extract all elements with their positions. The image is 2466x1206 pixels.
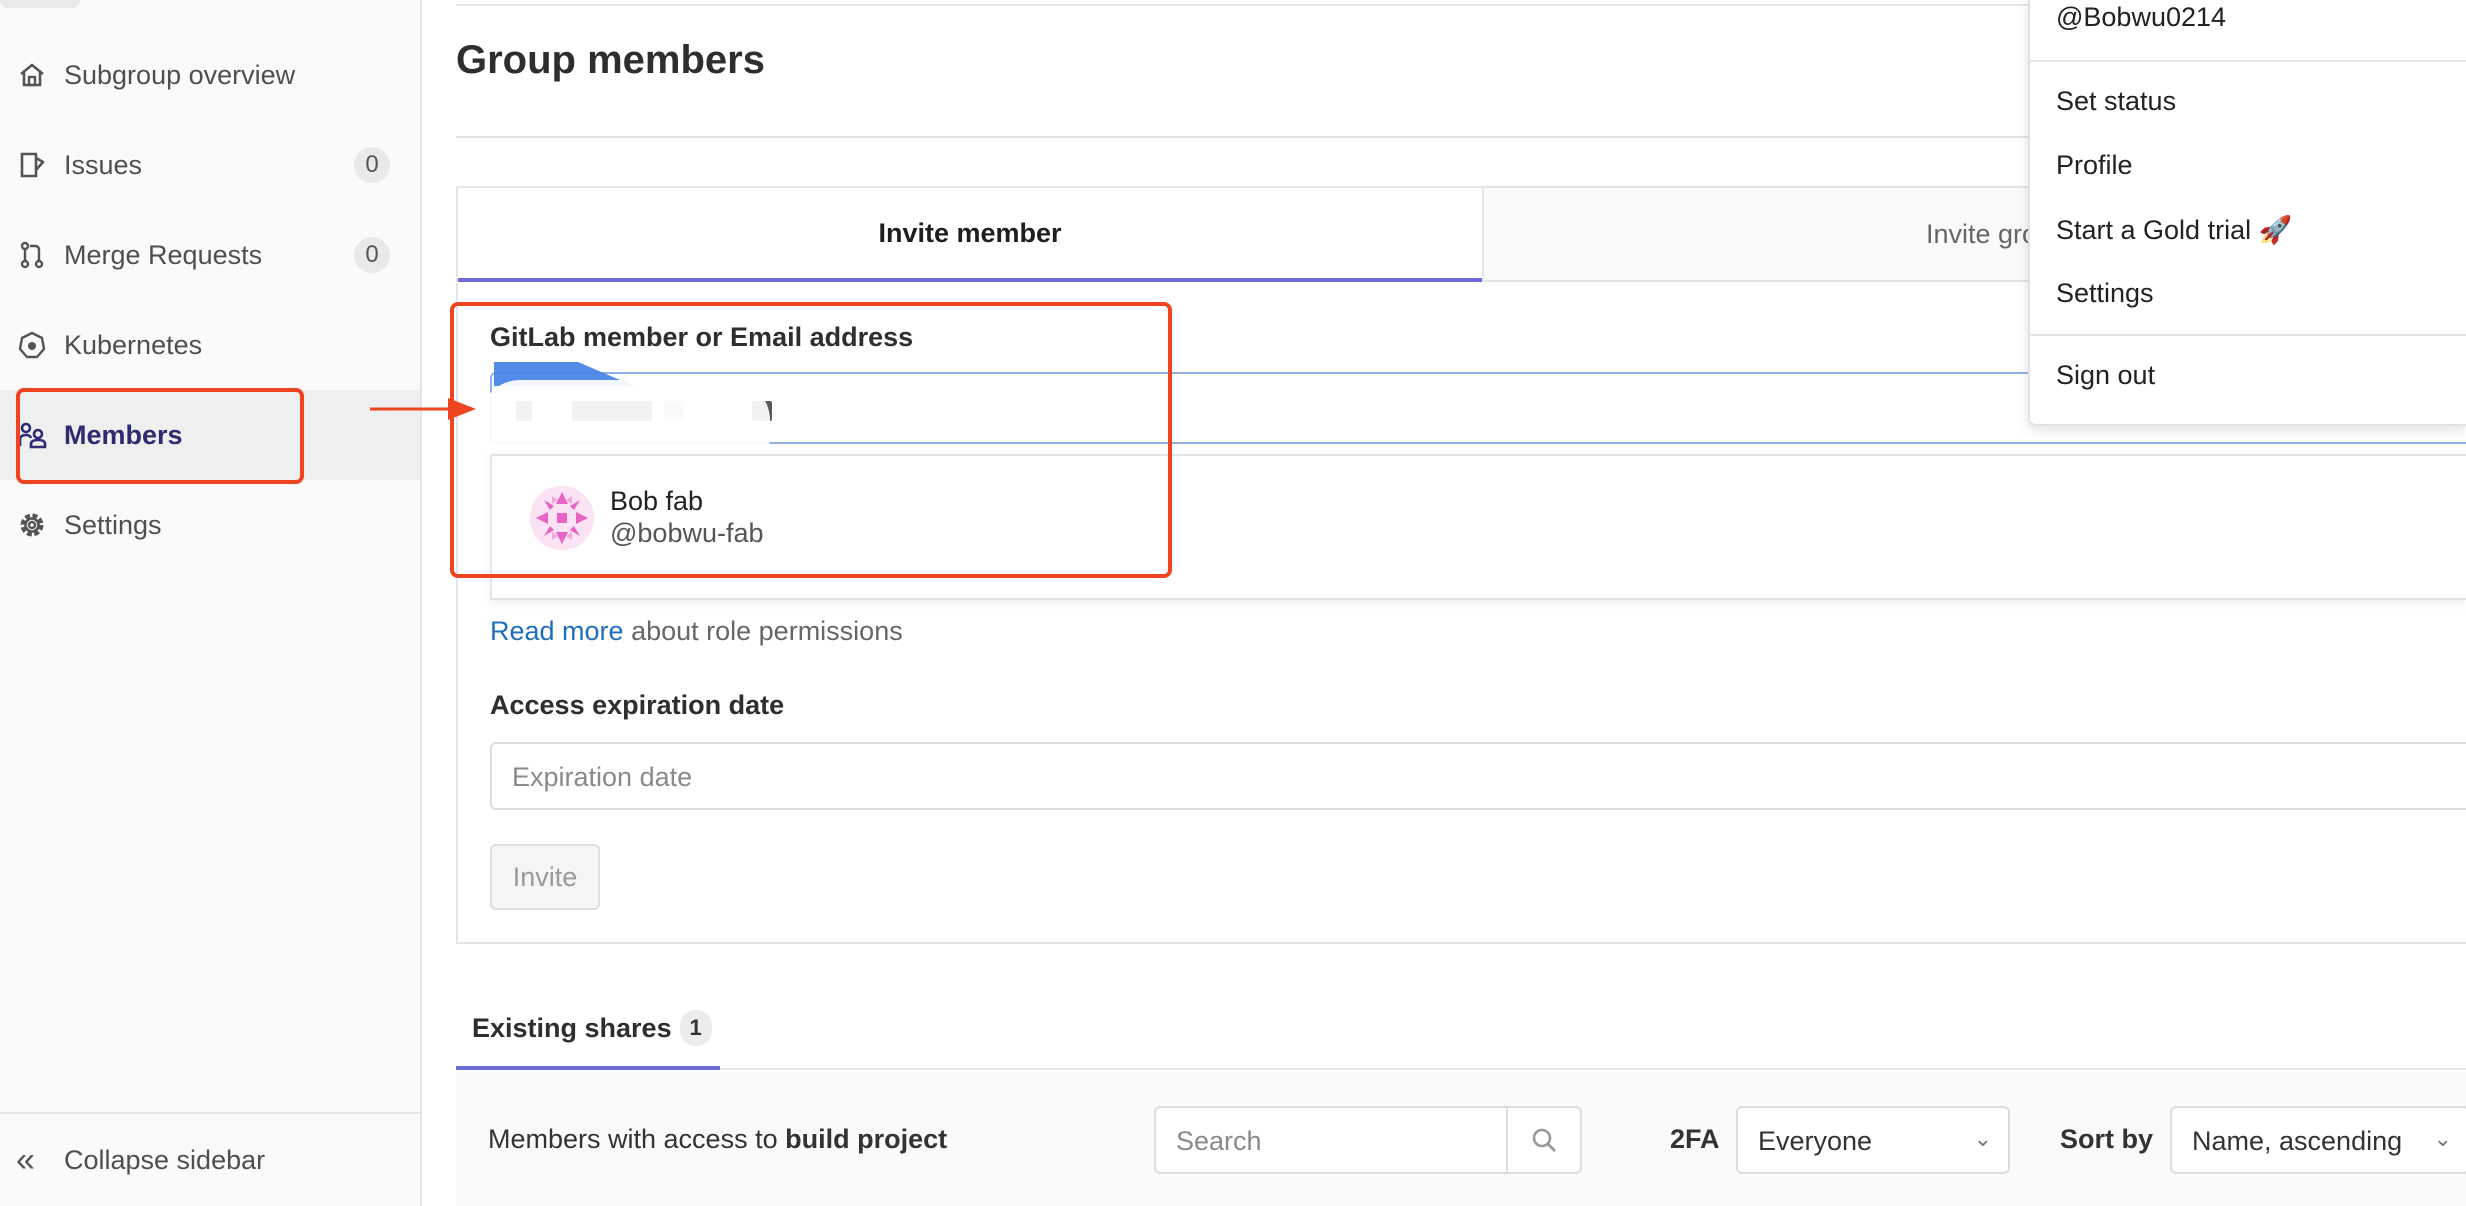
issues-icon bbox=[16, 149, 48, 181]
search-placeholder: Search bbox=[1176, 1126, 1262, 1156]
sort-value: Name, ascending bbox=[2192, 1126, 2403, 1156]
menu-divider bbox=[2030, 334, 2466, 336]
search-icon bbox=[1532, 1128, 1556, 1152]
shares-divider bbox=[720, 1068, 2466, 1070]
sidebar-item-label: Subgroup overview bbox=[64, 59, 296, 90]
invite-button[interactable]: Invite bbox=[490, 844, 600, 910]
collapse-sidebar-button[interactable]: « Collapse sidebar bbox=[0, 1112, 420, 1206]
menu-item-settings[interactable]: Settings bbox=[2056, 278, 2154, 309]
members-access-text: Members with access to build project bbox=[488, 1124, 948, 1154]
tab-existing-shares[interactable]: Existing shares 1 bbox=[456, 990, 720, 1070]
menu-divider bbox=[2030, 60, 2466, 62]
sidebar-item-issues[interactable]: Issues 0 bbox=[0, 120, 420, 210]
read-more-link[interactable]: Read more bbox=[490, 616, 624, 646]
project-name: build project bbox=[785, 1124, 948, 1154]
tab-invite-member[interactable]: Invite member bbox=[458, 188, 1482, 282]
chevron-down-icon: ⌄ bbox=[2433, 1126, 2452, 1151]
twofa-label: 2FA bbox=[1670, 1124, 1720, 1154]
member-search-input[interactable]: Search bbox=[1154, 1106, 1582, 1174]
count-badge: 0 bbox=[354, 237, 390, 273]
kubernetes-icon bbox=[16, 329, 48, 361]
menu-item-set-status[interactable]: Set status bbox=[2056, 86, 2176, 117]
sort-select[interactable]: Name, ascending ⌄ bbox=[2170, 1106, 2466, 1174]
merge-request-icon bbox=[16, 239, 48, 271]
page-title: Group members bbox=[456, 38, 765, 82]
gear-icon bbox=[16, 509, 48, 541]
annotation-arrow-icon bbox=[370, 398, 476, 420]
double-chevron-left-icon: « bbox=[16, 1140, 35, 1179]
expiration-date-input[interactable]: Expiration date bbox=[490, 742, 2466, 810]
role-permissions-help: Read more about role permissions bbox=[490, 616, 903, 647]
home-icon bbox=[16, 59, 48, 91]
twofa-value: Everyone bbox=[1758, 1126, 1873, 1156]
annotation-highlight-members bbox=[16, 388, 304, 484]
members-filter-bar: Members with access to build project Sea… bbox=[456, 1072, 2466, 1206]
sidebar-item-kubernetes[interactable]: Kubernetes bbox=[0, 300, 420, 390]
sidebar: Subgroup overview Issues 0 Merge Request… bbox=[0, 0, 422, 1206]
existing-shares-label: Existing shares bbox=[472, 1012, 672, 1043]
count-badge: 1 bbox=[679, 1010, 712, 1046]
sidebar-header-stub bbox=[0, 0, 80, 8]
help-text: about role permissions bbox=[623, 616, 903, 646]
sidebar-item-label: Settings bbox=[64, 509, 162, 540]
menu-item-gold-trial[interactable]: Start a Gold trial 🚀 bbox=[2056, 214, 2292, 246]
collapse-sidebar-label: Collapse sidebar bbox=[64, 1144, 266, 1175]
sidebar-item-label: Merge Requests bbox=[64, 239, 263, 270]
chevron-down-icon: ⌄ bbox=[1973, 1126, 1992, 1151]
expiration-field-label: Access expiration date bbox=[490, 690, 785, 720]
count-badge: 0 bbox=[354, 147, 390, 183]
sidebar-item-label: Kubernetes bbox=[64, 329, 203, 360]
sidebar-item-subgroup-overview[interactable]: Subgroup overview bbox=[0, 30, 420, 120]
user-handle: @Bobwu0214 bbox=[2056, 2, 2227, 32]
menu-item-profile[interactable]: Profile bbox=[2056, 150, 2133, 181]
user-dropdown-menu: @Bobwu0214 Set status Profile Start a Go… bbox=[2028, 0, 2466, 426]
sort-label: Sort by bbox=[2060, 1124, 2154, 1154]
sidebar-item-label: Issues bbox=[64, 149, 143, 180]
twofa-select[interactable]: Everyone ⌄ bbox=[1736, 1106, 2010, 1174]
sidebar-item-merge-requests[interactable]: Merge Requests 0 bbox=[0, 210, 420, 300]
menu-item-sign-out[interactable]: Sign out bbox=[2056, 360, 2155, 391]
annotation-highlight-invite bbox=[450, 302, 1172, 578]
sidebar-item-settings[interactable]: Settings bbox=[0, 480, 420, 570]
search-button[interactable] bbox=[1506, 1108, 1580, 1172]
